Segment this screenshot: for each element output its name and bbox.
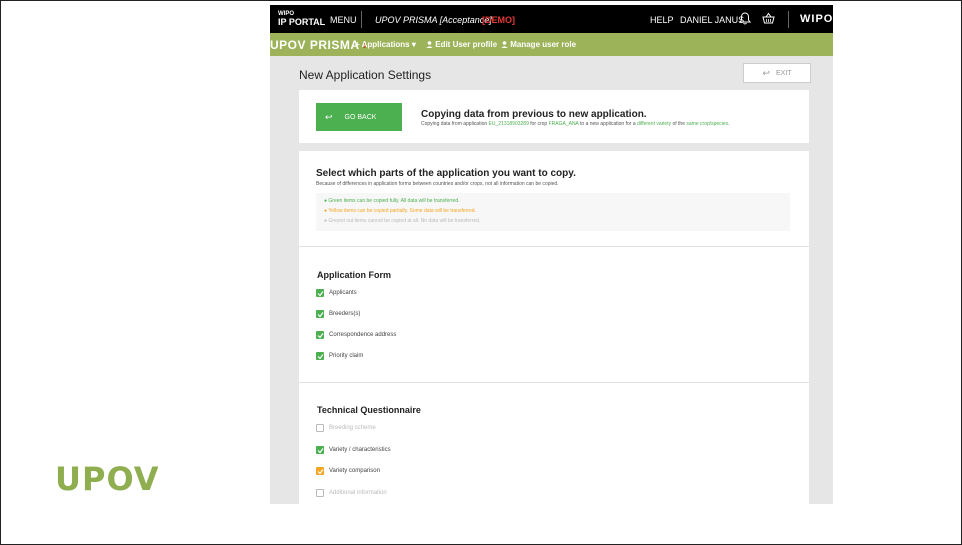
app-name: UPOV PRISMA [Acceptance] xyxy=(375,15,492,25)
basket-icon[interactable] xyxy=(762,12,775,25)
different-variety-text: different variety xyxy=(637,121,672,127)
screenshot-area: WIPO IP PORTAL MENU UPOV PRISMA [Accepta… xyxy=(270,5,833,504)
bullet-icon: ● xyxy=(324,198,328,204)
go-back-label: GO BACK xyxy=(344,113,377,121)
prisma-brand[interactable]: UPOV PRISMA › xyxy=(270,38,367,52)
checkbox-correspondence-address[interactable]: Correspondence address xyxy=(316,330,396,340)
user-icon xyxy=(501,41,508,48)
selection-title: Select which parts of the application yo… xyxy=(316,168,576,179)
menu-button[interactable]: MENU xyxy=(330,15,357,25)
legend-grey: ● Greyed out items cannot be copied at a… xyxy=(324,218,480,224)
checkbox-checked-icon xyxy=(316,289,324,297)
color-legend: ● Green items can be copied fully. All d… xyxy=(316,193,790,231)
page-title: New Application Settings xyxy=(299,68,432,82)
selection-card: Select which parts of the application yo… xyxy=(299,151,809,504)
checkbox-label: Variety comparison xyxy=(329,468,380,474)
same-crop-text: same crop/species xyxy=(686,121,729,127)
technical-questionnaire-title: Technical Questionnaire xyxy=(317,405,421,415)
checkbox-checked-icon xyxy=(316,310,324,318)
copy-description: Copying data from application EU_2131890… xyxy=(421,121,729,127)
checkbox-disabled-icon xyxy=(316,424,324,432)
help-link[interactable]: HELP xyxy=(650,15,674,25)
caret-down-icon: ▾ xyxy=(411,40,416,49)
divider xyxy=(361,11,362,28)
legend-yellow: ● Yellow items can be copied partially. … xyxy=(324,208,476,214)
bell-icon[interactable] xyxy=(739,12,751,25)
copy-info-card: ↩ GO BACK Copying data from previous to … xyxy=(299,90,809,143)
back-arrow-icon: ↩ xyxy=(325,111,333,122)
checkbox-breeding-scheme: Breeding scheme xyxy=(316,423,376,433)
bullet-icon: ● xyxy=(324,208,328,214)
top-bar: WIPO IP PORTAL MENU UPOV PRISMA [Accepta… xyxy=(270,5,833,33)
checkbox-applicants[interactable]: Applicants xyxy=(316,288,357,298)
edit-profile-link[interactable]: Edit User profile xyxy=(426,40,497,49)
checkbox-priority-claim[interactable]: Priority claim xyxy=(316,351,363,361)
exit-button[interactable]: ↩ EXIT xyxy=(743,63,811,83)
applications-label: + Applications xyxy=(355,40,410,49)
copy-sub-text: of the xyxy=(671,121,687,127)
nav-bar: UPOV PRISMA › + Applications ▾ Edit User… xyxy=(270,33,833,56)
checkbox-checked-icon xyxy=(316,331,324,339)
checkbox-label: Correspondence address xyxy=(329,332,397,338)
wipo-logo: WIPO xyxy=(800,13,833,25)
copy-sub-text: Copying data from application xyxy=(421,121,489,127)
divider xyxy=(299,382,809,383)
bullet-icon: ● xyxy=(324,218,328,224)
checkbox-checked-icon xyxy=(316,446,324,454)
divider xyxy=(299,246,809,247)
legend-grey-text: Greyed out items cannot be copied at all… xyxy=(328,218,481,224)
user-name[interactable]: DANIEL JANUS xyxy=(680,15,744,25)
divider xyxy=(788,11,789,28)
checkbox-label: Breeders(s) xyxy=(329,311,361,317)
checkbox-label: Additional information xyxy=(329,490,387,496)
applications-menu[interactable]: + Applications ▾ xyxy=(355,40,416,49)
exit-label: EXIT xyxy=(775,69,792,77)
copy-sub-text: . xyxy=(728,121,730,127)
checkbox-label: Variety / characteristics xyxy=(329,447,391,453)
demo-badge: [DEMO] xyxy=(482,15,515,25)
checkbox-label: Breeding scheme xyxy=(329,425,376,431)
crop-link[interactable]: FRAGA_ANA xyxy=(549,121,579,127)
checkbox-label: Priority claim xyxy=(329,353,364,359)
copy-title: Copying data from previous to new applic… xyxy=(421,109,647,120)
copy-sub-text: for crop xyxy=(528,121,549,127)
legend-green-text: Green items can be copied fully. All dat… xyxy=(328,198,460,204)
upov-logo: UPOV xyxy=(55,460,160,498)
checkbox-label: Applicants xyxy=(329,290,357,296)
back-arrow-icon: ↩ xyxy=(762,67,770,78)
manage-role-label: Manage user role xyxy=(510,40,577,49)
checkbox-breeders[interactable]: Breeders(s) xyxy=(316,309,360,319)
manage-role-link[interactable]: Manage user role xyxy=(501,40,576,49)
checkbox-variety-comparison[interactable]: Variety comparison xyxy=(316,466,380,476)
checkbox-disabled-icon xyxy=(316,489,324,497)
legend-green: ● Green items can be copied fully. All d… xyxy=(324,198,460,204)
selection-subtitle: Because of differences in application fo… xyxy=(316,181,559,187)
ip-portal-logo[interactable]: IP PORTAL xyxy=(278,17,325,27)
application-id-link[interactable]: EU_21318903289 xyxy=(489,121,529,127)
go-back-button[interactable]: ↩ GO BACK xyxy=(316,103,402,131)
checkbox-checked-icon xyxy=(316,467,324,475)
edit-profile-label: Edit User profile xyxy=(435,40,498,49)
copy-sub-text: to a new application for a xyxy=(578,121,637,127)
legend-yellow-text: Yellow items can be copied partially. So… xyxy=(328,208,476,214)
checkbox-additional-information: Additional information xyxy=(316,488,387,498)
brand-text: UPOV PRISMA xyxy=(270,38,360,52)
user-icon xyxy=(426,41,433,48)
checkbox-variety-characteristics[interactable]: Variety / characteristics xyxy=(316,445,391,455)
checkbox-checked-icon xyxy=(316,352,324,360)
application-form-title: Application Form xyxy=(317,270,391,280)
